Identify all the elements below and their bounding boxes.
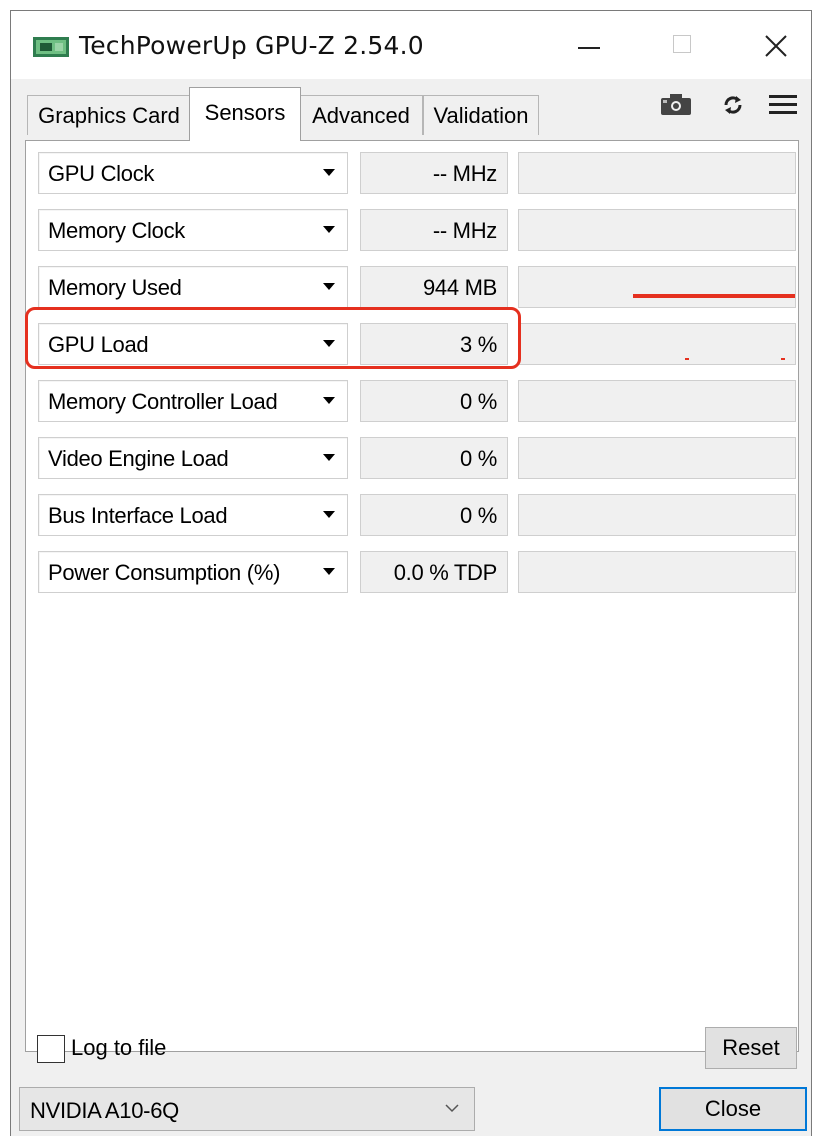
dropdown-arrow-icon: [323, 283, 335, 290]
sensor-row-memory-controller-load: Memory Controller Load 0 %: [38, 380, 810, 424]
maximize-button[interactable]: [651, 25, 711, 67]
reset-button[interactable]: Reset: [705, 1027, 797, 1069]
sensor-value-box: 0 %: [360, 494, 508, 536]
menu-icon[interactable]: [769, 93, 797, 115]
sensor-row-bus-interface-load: Bus Interface Load 0 %: [38, 494, 810, 538]
sensor-value-box: -- MHz: [360, 209, 508, 251]
sensor-graph[interactable]: [518, 323, 796, 365]
sensor-row-memory-clock: Memory Clock -- MHz: [38, 209, 810, 253]
sensor-name-dropdown[interactable]: Memory Used: [38, 266, 348, 308]
sensor-graph[interactable]: [518, 209, 796, 251]
device-select[interactable]: NVIDIA A10-6Q: [19, 1087, 475, 1131]
sensor-value: -- MHz: [432, 161, 497, 186]
sensor-graph[interactable]: [518, 266, 796, 308]
sensor-value: 0 %: [459, 389, 497, 414]
sensor-graph[interactable]: [518, 494, 796, 536]
sensor-row-power-consumption: Power Consumption (%) 0.0 % TDP: [38, 551, 810, 595]
tab-strip: Graphics Card Sensors Advanced Validatio…: [11, 79, 811, 141]
sensor-graph[interactable]: [518, 380, 796, 422]
graph-line: [633, 294, 795, 298]
sensor-name-label: Memory Used: [48, 275, 182, 300]
sensor-name-dropdown[interactable]: Bus Interface Load: [38, 494, 348, 536]
sensor-value-box: 0 %: [360, 437, 508, 479]
highlight-annotation: [25, 307, 521, 369]
sensor-value-box: 0 %: [360, 380, 508, 422]
sensor-name-label: Video Engine Load: [48, 446, 229, 471]
device-label: NVIDIA A10-6Q: [30, 1098, 179, 1123]
sensor-name-label: Bus Interface Load: [48, 503, 228, 528]
dropdown-arrow-icon: [323, 397, 335, 404]
title-bar[interactable]: TechPowerUp GPU-Z 2.54.0: [11, 11, 811, 79]
sensor-row-video-engine-load: Video Engine Load 0 %: [38, 437, 810, 481]
tab-advanced[interactable]: Advanced: [299, 95, 423, 135]
log-to-file-label: Log to file: [71, 1035, 167, 1060]
chevron-down-icon: [445, 1104, 459, 1113]
log-to-file-checkbox[interactable]: [37, 1035, 65, 1063]
dropdown-arrow-icon: [323, 454, 335, 461]
minimize-button[interactable]: [559, 25, 619, 67]
dropdown-arrow-icon: [323, 511, 335, 518]
graph-line: [685, 358, 785, 360]
sensor-name-dropdown[interactable]: GPU Clock: [38, 152, 348, 194]
sensor-name-dropdown[interactable]: Memory Controller Load: [38, 380, 348, 422]
sensor-graph[interactable]: [518, 437, 796, 479]
sensor-value: 0.0 % TDP: [393, 560, 498, 585]
sensor-row-memory-used: Memory Used 944 MB: [38, 266, 810, 310]
sensors-panel: GPU Clock -- MHz Memory Clock -- MHz Mem…: [25, 140, 799, 1052]
sensor-value: 0 %: [459, 503, 497, 528]
camera-icon[interactable]: [661, 93, 691, 115]
sensor-name-label: Memory Clock: [48, 218, 185, 243]
dropdown-arrow-icon: [323, 169, 335, 176]
dropdown-arrow-icon: [323, 226, 335, 233]
dropdown-arrow-icon: [323, 568, 335, 575]
sensor-value: 944 MB: [422, 275, 497, 300]
sensor-name-label: Memory Controller Load: [48, 389, 278, 414]
sensor-name-dropdown[interactable]: Memory Clock: [38, 209, 348, 251]
sensor-row-gpu-clock: GPU Clock -- MHz: [38, 152, 810, 196]
window-title: TechPowerUp GPU-Z 2.54.0: [79, 31, 424, 60]
sensor-value-box: -- MHz: [360, 152, 508, 194]
tab-validation[interactable]: Validation: [423, 95, 539, 135]
app-window: TechPowerUp GPU-Z 2.54.0 Graphics Card S…: [10, 10, 812, 1136]
tab-graphics-card[interactable]: Graphics Card: [27, 95, 191, 135]
sensor-name-dropdown[interactable]: Power Consumption (%): [38, 551, 348, 593]
sensor-name-label: GPU Clock: [48, 161, 155, 186]
sensor-value-box: 0.0 % TDP: [360, 551, 508, 593]
close-window-button[interactable]: [749, 25, 809, 67]
sensor-graph[interactable]: [518, 551, 796, 593]
sensor-value-box: 944 MB: [360, 266, 508, 308]
sensor-name-dropdown[interactable]: Video Engine Load: [38, 437, 348, 479]
tab-sensors[interactable]: Sensors: [189, 87, 301, 141]
sensor-graph[interactable]: [518, 152, 796, 194]
sensor-name-label: Power Consumption (%): [48, 560, 281, 585]
refresh-icon[interactable]: [721, 93, 745, 117]
sensor-value: -- MHz: [432, 218, 497, 243]
close-button[interactable]: Close: [659, 1087, 807, 1131]
gpu-card-icon: [33, 37, 69, 57]
close-icon: [765, 35, 787, 57]
sensor-value: 0 %: [459, 446, 497, 471]
